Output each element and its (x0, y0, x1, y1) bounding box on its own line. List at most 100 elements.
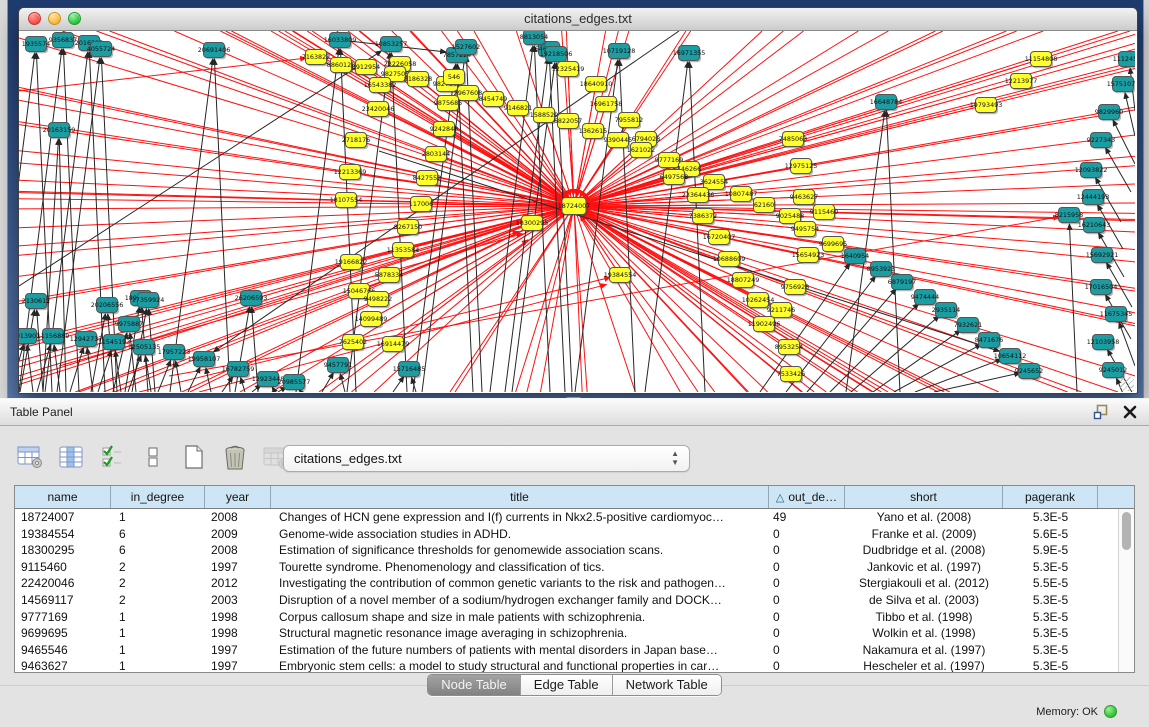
table-row[interactable]: 1830029562008Estimation of significance … (15, 542, 1118, 559)
graph-node[interactable]: 7932621 (954, 318, 982, 335)
graph-node[interactable]: 10853257 (375, 37, 408, 54)
graph-node[interactable]: 9875685 (434, 96, 462, 113)
graph-node[interactable]: 62160 (754, 198, 777, 215)
graph-node[interactable]: 9115460 (810, 205, 838, 222)
black-edge[interactable] (158, 360, 171, 392)
table-row[interactable]: 2242004622012Investigating the contribut… (15, 575, 1118, 592)
graph-node[interactable]: 8953923 (867, 262, 895, 279)
graph-node[interactable]: 9227343 (1087, 133, 1115, 150)
graph-node[interactable]: 1640954 (841, 249, 869, 266)
graph-node[interactable]: 10719128 (603, 44, 636, 61)
graph-node[interactable]: 9146821 (504, 101, 532, 118)
graph-node[interactable]: 8813054 (520, 31, 548, 46)
zoom-window-button[interactable] (68, 12, 81, 25)
graph-node[interactable]: 15654923 (792, 248, 825, 265)
red-edge[interactable] (577, 131, 593, 195)
tab-network-table[interactable]: Network Table (612, 675, 721, 695)
graph-node[interactable]: 15716485 (393, 362, 426, 379)
network-canvas[interactable]: 1935574935683720163154055724206914061603… (19, 31, 1135, 392)
graph-node[interactable]: 16033809 (324, 33, 357, 50)
graph-node[interactable]: 18724007 (558, 198, 591, 217)
graph-node[interactable]: 16782759 (222, 362, 255, 379)
minimize-window-button[interactable] (48, 12, 61, 25)
graph-node[interactable]: 6497568 (660, 170, 688, 187)
graph-node[interactable]: 7625402 (339, 335, 367, 352)
table-row[interactable]: 946554611997Estimation of the future num… (15, 642, 1118, 659)
black-edge[interactable] (412, 378, 416, 392)
red-edge[interactable] (585, 205, 764, 206)
graph-node[interactable]: 16720407 (703, 230, 736, 247)
graph-node[interactable]: 9242848 (430, 122, 458, 139)
graph-node[interactable]: 8267150 (394, 220, 422, 237)
column-header-year[interactable]: year (205, 486, 271, 508)
table-row[interactable]: 1872400712008Changes of HCN gene express… (15, 509, 1118, 526)
graph-node[interactable]: 9463627 (790, 190, 818, 207)
column-header-name[interactable]: name (15, 486, 111, 508)
black-edge[interactable] (1069, 224, 1077, 392)
window-resize-grip[interactable] (1120, 377, 1134, 391)
table-row[interactable]: 946362711997Embryonic stem cells: a mode… (15, 658, 1118, 672)
column-header-in_degree[interactable]: in_degree (111, 486, 205, 508)
network-view[interactable]: 1935574935683720163154055724206914061603… (19, 31, 1135, 392)
graph-node[interactable]: 546 (444, 70, 467, 87)
column-header-out_de[interactable]: △out_de… (769, 486, 845, 508)
graph-node[interactable]: 12505135 (128, 340, 161, 357)
graph-node[interactable]: 19166822 (335, 255, 368, 272)
graph-node[interactable]: 9498222 (364, 292, 392, 309)
graph-node[interactable]: 11154808 (1025, 52, 1058, 69)
black-edge[interactable] (886, 111, 900, 392)
black-edge[interactable] (170, 59, 213, 392)
graph-node[interactable]: 1621022 (627, 143, 655, 160)
table-row[interactable]: 1938455462009Genome-wide association stu… (15, 526, 1118, 543)
column-header-pagerank[interactable]: pagerank (1003, 486, 1098, 508)
graph-node[interactable]: 2130612 (22, 294, 50, 311)
table-row[interactable]: 911546021997Tourette syndrome. Phenomeno… (15, 559, 1118, 576)
black-edge[interactable] (1119, 322, 1135, 366)
graph-node[interactable]: 117006 (409, 197, 433, 214)
black-edge[interactable] (934, 373, 1020, 392)
graph-node[interactable]: 12213977 (1005, 74, 1038, 91)
graph-node[interactable]: 1527602 (452, 40, 480, 57)
graph-node[interactable]: 2718176 (342, 133, 370, 150)
black-edge[interactable] (70, 348, 83, 392)
graph-node[interactable]: 10688609 (713, 252, 746, 269)
graph-node[interactable]: 8953254 (775, 340, 803, 357)
table-row[interactable]: 969969511998Structural magnetic resonanc… (15, 625, 1118, 642)
column-visibility-button[interactable] (57, 443, 85, 471)
graph-node[interactable]: 2803144 (422, 147, 450, 164)
table-scrollbar[interactable] (1118, 509, 1134, 672)
graph-node[interactable]: 4055724 (87, 42, 115, 59)
graph-node[interactable]: 23420046 (362, 102, 395, 119)
table-row[interactable]: 977716911998Corpus callosum shape and si… (15, 609, 1118, 626)
graph-node[interactable]: 8912954 (352, 60, 380, 77)
new-column-button[interactable] (180, 443, 208, 471)
graph-node[interactable]: 12103958 (1087, 335, 1120, 352)
graph-node[interactable]: 15751074 (1107, 77, 1135, 94)
graph-node[interactable]: 8471676 (975, 333, 1003, 350)
graph-node[interactable]: 16971355 (673, 46, 706, 63)
graph-node[interactable]: 19958107 (188, 352, 221, 369)
close-panel-icon[interactable] (1123, 405, 1137, 419)
black-edge[interactable] (379, 151, 999, 351)
table-selector-dropdown[interactable]: citations_edges.txt ▲▼ (283, 445, 690, 472)
graph-node[interactable]: 18640910 (580, 77, 613, 94)
graph-node[interactable]: 7485063 (779, 132, 807, 149)
graph-node[interactable]: 5878334 (375, 268, 403, 285)
graph-node[interactable]: 8427552 (413, 171, 441, 188)
close-window-button[interactable] (28, 12, 41, 25)
delete-column-button[interactable] (221, 443, 249, 471)
graph-node[interactable]: 7955812 (615, 113, 643, 130)
graph-node[interactable]: 8186328 (404, 72, 432, 89)
black-edge[interactable] (830, 303, 919, 392)
graph-node[interactable]: 9457791 (324, 358, 352, 375)
graph-node[interactable]: 9474444 (911, 290, 939, 307)
row-height-button[interactable] (139, 443, 167, 471)
graph-node[interactable]: 9756928 (781, 280, 809, 297)
graph-node[interactable]: 15692921 (1086, 248, 1119, 265)
column-header-title[interactable]: title (271, 486, 769, 508)
black-edge[interactable] (222, 376, 233, 392)
graph-node[interactable]: 20163159 (43, 123, 76, 140)
table-settings-button[interactable] (16, 443, 44, 471)
black-edge[interactable] (457, 64, 473, 392)
black-edge[interactable] (37, 310, 43, 392)
